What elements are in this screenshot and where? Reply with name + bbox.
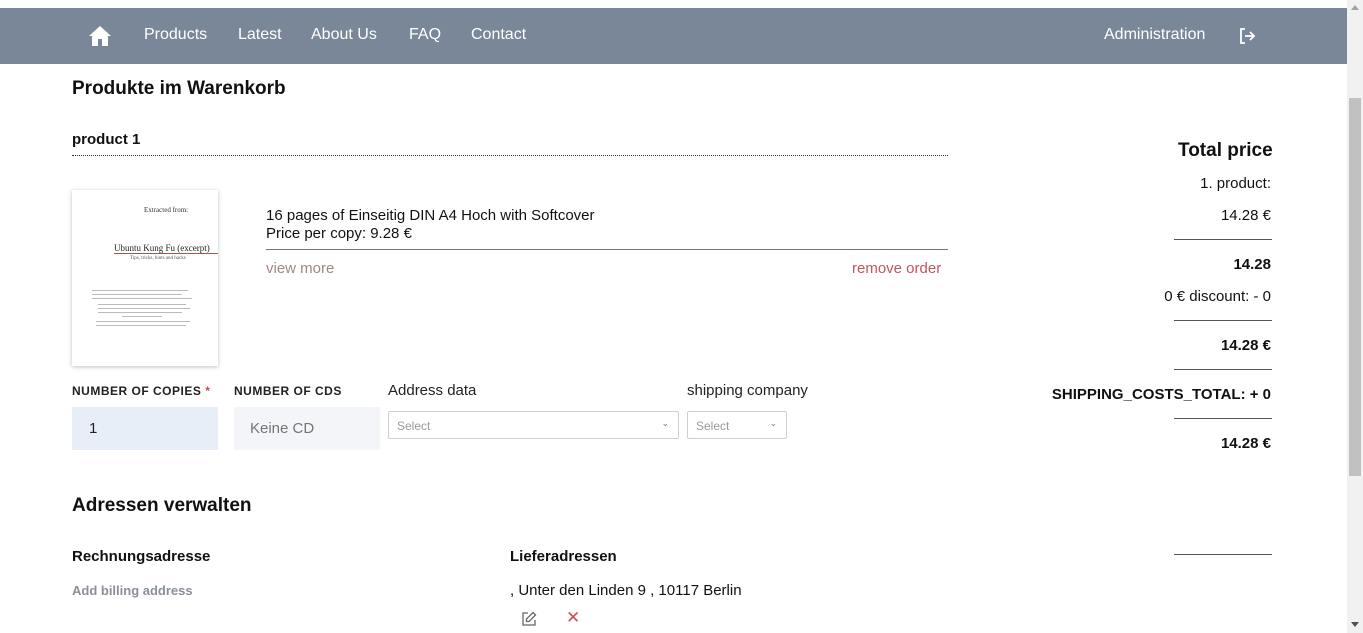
delivery-heading: Lieferadressen: [510, 548, 617, 565]
edit-icon[interactable]: [521, 611, 537, 627]
nav-link-about[interactable]: About Us: [311, 26, 377, 44]
copies-input[interactable]: [72, 407, 218, 450]
total-divider: [1174, 369, 1272, 370]
thumbnail-book-title: Ubuntu Kung Fu (excerpt): [114, 243, 210, 253]
delivery-address: , Unter den Linden 9 , 10117 Berlin: [510, 582, 742, 599]
copies-label-text: NUMBER OF COPIES: [72, 384, 202, 398]
product-description: 16 pages of Einseitig DIN A4 Hoch with S…: [266, 207, 595, 243]
total-discount: 0 € discount: - 0: [1164, 288, 1271, 305]
home-icon[interactable]: [88, 24, 112, 48]
thumbnail-text-line: [92, 290, 188, 291]
total-price-title: Total price: [1178, 140, 1273, 161]
add-billing-address-link[interactable]: Add billing address: [72, 583, 193, 598]
total-divider: [1174, 554, 1272, 555]
total-divider: [1174, 239, 1272, 240]
total-divider: [1174, 320, 1272, 321]
total-product-line: 1. product:: [1200, 175, 1271, 192]
copies-label: NUMBER OF COPIES *: [72, 384, 210, 398]
address-select[interactable]: Select ⌄: [388, 411, 679, 439]
thumbnail-text-line: [96, 321, 190, 322]
thumbnail-text-line: [92, 298, 192, 299]
cds-input[interactable]: [234, 407, 380, 450]
nav-link-products[interactable]: Products: [144, 26, 207, 44]
thumbnail-text-line: [122, 316, 162, 317]
nav-link-contact[interactable]: Contact: [471, 26, 526, 44]
delete-icon[interactable]: ✕: [566, 609, 580, 627]
thumbnail-rule: [114, 253, 218, 254]
chevron-down-icon: ⌄: [769, 418, 777, 428]
thumbnail-text-line: [98, 308, 190, 309]
product-divider: [72, 155, 948, 156]
scrollbar-thumb[interactable]: [1349, 98, 1361, 476]
thumbnail-text-line: [96, 325, 186, 326]
scroll-down-arrow[interactable]: [1351, 622, 1359, 627]
total-after-discount: 14.28 €: [1220, 337, 1271, 354]
thumbnail-text-line: [98, 312, 182, 313]
thumbnail-text-line: [92, 294, 182, 295]
view-more-link[interactable]: view more: [266, 260, 334, 277]
chevron-down-icon: ⌄: [661, 418, 669, 428]
nav-link-latest[interactable]: Latest: [238, 26, 282, 44]
remove-order-link[interactable]: remove order: [852, 260, 941, 277]
thumbnail-subtitle: Tips, tricks, hints and hacks: [130, 256, 186, 261]
nav-link-administration[interactable]: Administration: [1104, 26, 1205, 44]
required-marker: *: [205, 384, 211, 398]
total-subtotal: 14.28: [1233, 256, 1271, 273]
product-pages-text: 16 pages of Einseitig DIN A4 Hoch with S…: [266, 207, 595, 224]
total-product-price: 14.28 €: [1220, 207, 1271, 224]
product-thumbnail: Extracted from: Ubuntu Kung Fu (excerpt)…: [72, 190, 218, 366]
navbar: Products Latest About Us FAQ Contact Adm…: [0, 8, 1347, 64]
price-per-copy: Price per copy: 9.28 €: [266, 225, 412, 242]
shipping-select-value: Select: [696, 419, 730, 433]
thumbnail-text-line: [98, 304, 186, 305]
address-data-label: Address data: [388, 382, 477, 399]
description-divider: [266, 249, 948, 250]
address-select-value: Select: [397, 419, 431, 433]
addresses-heading: Adressen verwalten: [72, 495, 252, 516]
scroll-up-arrow[interactable]: [1351, 5, 1359, 10]
total-divider: [1174, 418, 1272, 419]
shipping-select[interactable]: Select ⌄: [687, 411, 787, 439]
top-strip: [0, 0, 1363, 8]
total-shipping: SHIPPING_COSTS_TOTAL: + 0: [1051, 386, 1271, 403]
nav-link-faq[interactable]: FAQ: [409, 26, 441, 44]
shipping-company-label: shipping company: [687, 382, 808, 399]
billing-heading: Rechnungsadresse: [72, 548, 211, 565]
cds-label: NUMBER OF CDS: [234, 384, 342, 398]
product-title: product 1: [72, 131, 141, 148]
logout-icon[interactable]: [1238, 27, 1256, 45]
total-final: 14.28 €: [1220, 435, 1271, 452]
cart-heading: Produkte im Warenkorb: [72, 78, 286, 99]
thumbnail-extracted-text: Extracted from:: [144, 206, 189, 214]
